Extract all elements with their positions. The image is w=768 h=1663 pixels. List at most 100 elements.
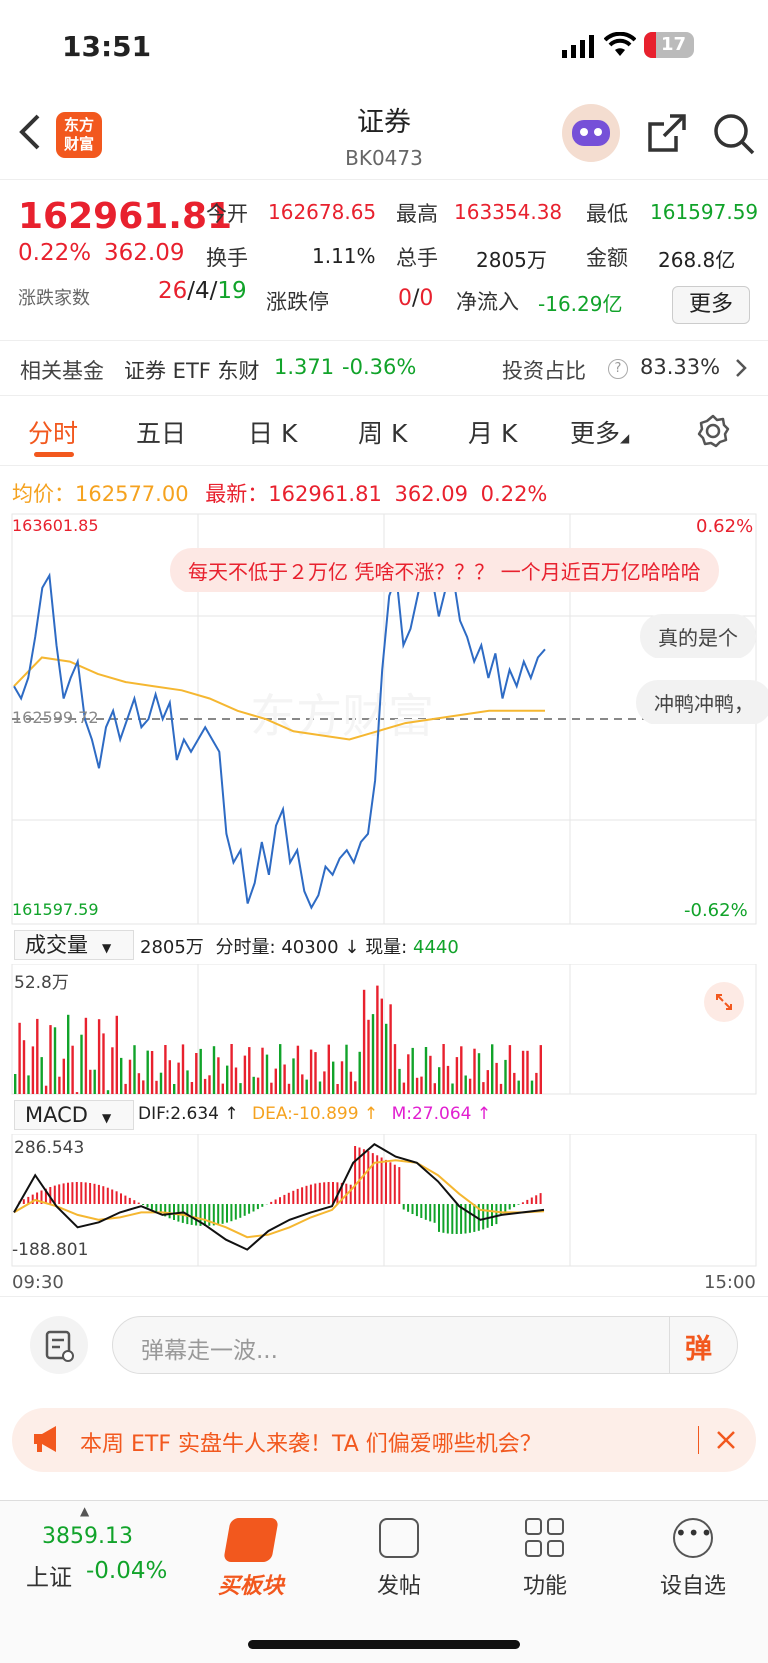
- volume-bar: [62, 1058, 65, 1094]
- volume-bar: [181, 1044, 185, 1094]
- megaphone-icon: [30, 1424, 64, 1458]
- volume-chart: [11, 964, 757, 1095]
- volume-bar: [150, 1051, 154, 1094]
- chart-watermark: 东方财富: [250, 690, 434, 742]
- macd-bar: [301, 1187, 304, 1204]
- macd-bar: [168, 1204, 171, 1219]
- volume-bar: [508, 1045, 512, 1094]
- macd-bar: [67, 1182, 69, 1204]
- tab-5day[interactable]: 五日: [136, 414, 186, 450]
- battery-icon: 17: [644, 32, 694, 58]
- limit-up: 0: [398, 286, 412, 311]
- volume-bar: [265, 1054, 269, 1094]
- macd-indicator-select[interactable]: MACD ▼: [14, 1100, 134, 1130]
- volume-bar: [49, 1025, 52, 1094]
- amount-label: 金额: [586, 246, 628, 270]
- functions-label: 功能: [522, 1574, 567, 1599]
- expand-icon[interactable]: [704, 982, 744, 1022]
- buy-sector-button[interactable]: 买板块: [196, 1518, 306, 1600]
- open-value: 162678.65: [268, 200, 377, 224]
- tab-monthly-k[interactable]: 月 K: [468, 414, 517, 450]
- y-max-label: 163601.85: [12, 516, 99, 535]
- inflow-label: 净流入: [456, 290, 519, 314]
- index-change[interactable]: -0.04%: [86, 1558, 167, 1584]
- limit-label: 涨跌停: [266, 290, 329, 314]
- danmaku-bubble[interactable]: 每天不低于２万亿 凭啥不涨？？？ 一个月近百万亿哈哈哈: [170, 548, 719, 592]
- macd-bar: [380, 1157, 383, 1204]
- danmaku-lane-2: 真的是个: [640, 614, 768, 658]
- volume-bar: [345, 1044, 348, 1094]
- volume-bar: [75, 1092, 79, 1094]
- volume-bar: [385, 1023, 388, 1094]
- add-watchlist-button[interactable]: ••• 设自选: [638, 1518, 748, 1600]
- fund-name: 证券 ETF 东财: [124, 359, 260, 383]
- index-value[interactable]: 3859.13: [42, 1524, 133, 1549]
- post-button[interactable]: 发帖: [344, 1518, 454, 1600]
- help-icon[interactable]: ?: [608, 359, 628, 379]
- breadth-up: 26: [158, 278, 188, 304]
- functions-button[interactable]: 功能: [490, 1518, 600, 1600]
- macd-bar: [305, 1185, 308, 1204]
- volume-bar: [40, 1057, 43, 1094]
- volume-bar: [407, 1054, 410, 1094]
- share-icon[interactable]: [646, 112, 688, 158]
- macd-bar: [124, 1195, 127, 1204]
- send-danmaku-button[interactable]: 弹: [685, 1327, 712, 1366]
- macd-bar: [146, 1204, 149, 1208]
- search-icon[interactable]: [712, 112, 756, 160]
- macd-bar: [385, 1159, 387, 1204]
- volume-bar: [208, 1075, 211, 1094]
- macd-bar: [248, 1204, 251, 1214]
- index-name[interactable]: 上证: [26, 1558, 72, 1592]
- robot-assistant-icon[interactable]: [562, 104, 620, 162]
- tab-daily-k[interactable]: 日 K: [248, 414, 297, 450]
- macd-bar: [71, 1182, 74, 1204]
- volume-value: 2805万: [476, 248, 547, 272]
- more-dots-icon: •••: [673, 1518, 713, 1558]
- buy-sector-label: 买板块: [217, 1574, 284, 1599]
- volume-bar: [256, 1077, 260, 1094]
- macd-bar: [243, 1204, 246, 1216]
- volume-bar: [477, 1053, 481, 1094]
- volume-bar: [14, 1074, 17, 1094]
- more-button[interactable]: 更多: [672, 286, 750, 324]
- volume-bar: [327, 1044, 330, 1094]
- volume-bar: [296, 1045, 300, 1094]
- danmaku-toggle-icon[interactable]: [30, 1316, 88, 1374]
- watchlist-label: 设自选: [659, 1574, 726, 1599]
- avg-label: 均价：: [12, 482, 75, 506]
- tab-more[interactable]: 更多◢: [570, 414, 629, 450]
- macd-bar: [142, 1204, 145, 1205]
- volume-bar: [155, 1080, 158, 1094]
- macd-bar: [433, 1204, 436, 1223]
- volume-bar: [482, 1082, 485, 1094]
- related-fund-row[interactable]: 相关基金 证券 ETF 东财 1.371 -0.36% 投资占比 ? 83.33…: [0, 340, 768, 396]
- macd-bar: [128, 1197, 131, 1204]
- macd-bar: [84, 1182, 87, 1204]
- macd-chart: [11, 1134, 757, 1267]
- volume-bar: [111, 1047, 114, 1094]
- promo-banner[interactable]: 本周 ETF 实盘牛人来袭！TA 们偏爱哪些机会？: [12, 1408, 756, 1472]
- macd-bar: [530, 1197, 533, 1204]
- close-icon[interactable]: [714, 1428, 738, 1456]
- volume-bar: [243, 1055, 247, 1094]
- settings-gear-icon[interactable]: [696, 414, 730, 452]
- danmaku-input[interactable]: 弹幕走一波... 弹: [112, 1316, 738, 1374]
- volume-label: 总手: [396, 246, 438, 270]
- volume-bar: [499, 1083, 503, 1094]
- macd-bar: [287, 1192, 290, 1204]
- volume-bar: [146, 1050, 149, 1094]
- macd-bar: [309, 1184, 312, 1204]
- danmaku-bubble[interactable]: 冲鸭冲鸭，: [636, 680, 768, 724]
- volume-bar: [89, 1069, 92, 1094]
- danmaku-bubble[interactable]: 真的是个: [640, 614, 756, 658]
- post-label: 发帖: [376, 1574, 421, 1599]
- volume-indicator-select[interactable]: 成交量 ▼: [14, 930, 134, 960]
- macd-min-label: -188.801: [12, 1240, 89, 1260]
- volume-bar: [415, 1077, 419, 1094]
- macd-bar: [486, 1204, 489, 1228]
- tab-intraday[interactable]: 分时: [28, 414, 78, 450]
- volume-info-line: 2805万 分时量: 40300 ↓ 现量: 4440: [140, 933, 459, 959]
- tab-weekly-k[interactable]: 周 K: [358, 414, 407, 450]
- volume-bar: [473, 1048, 476, 1094]
